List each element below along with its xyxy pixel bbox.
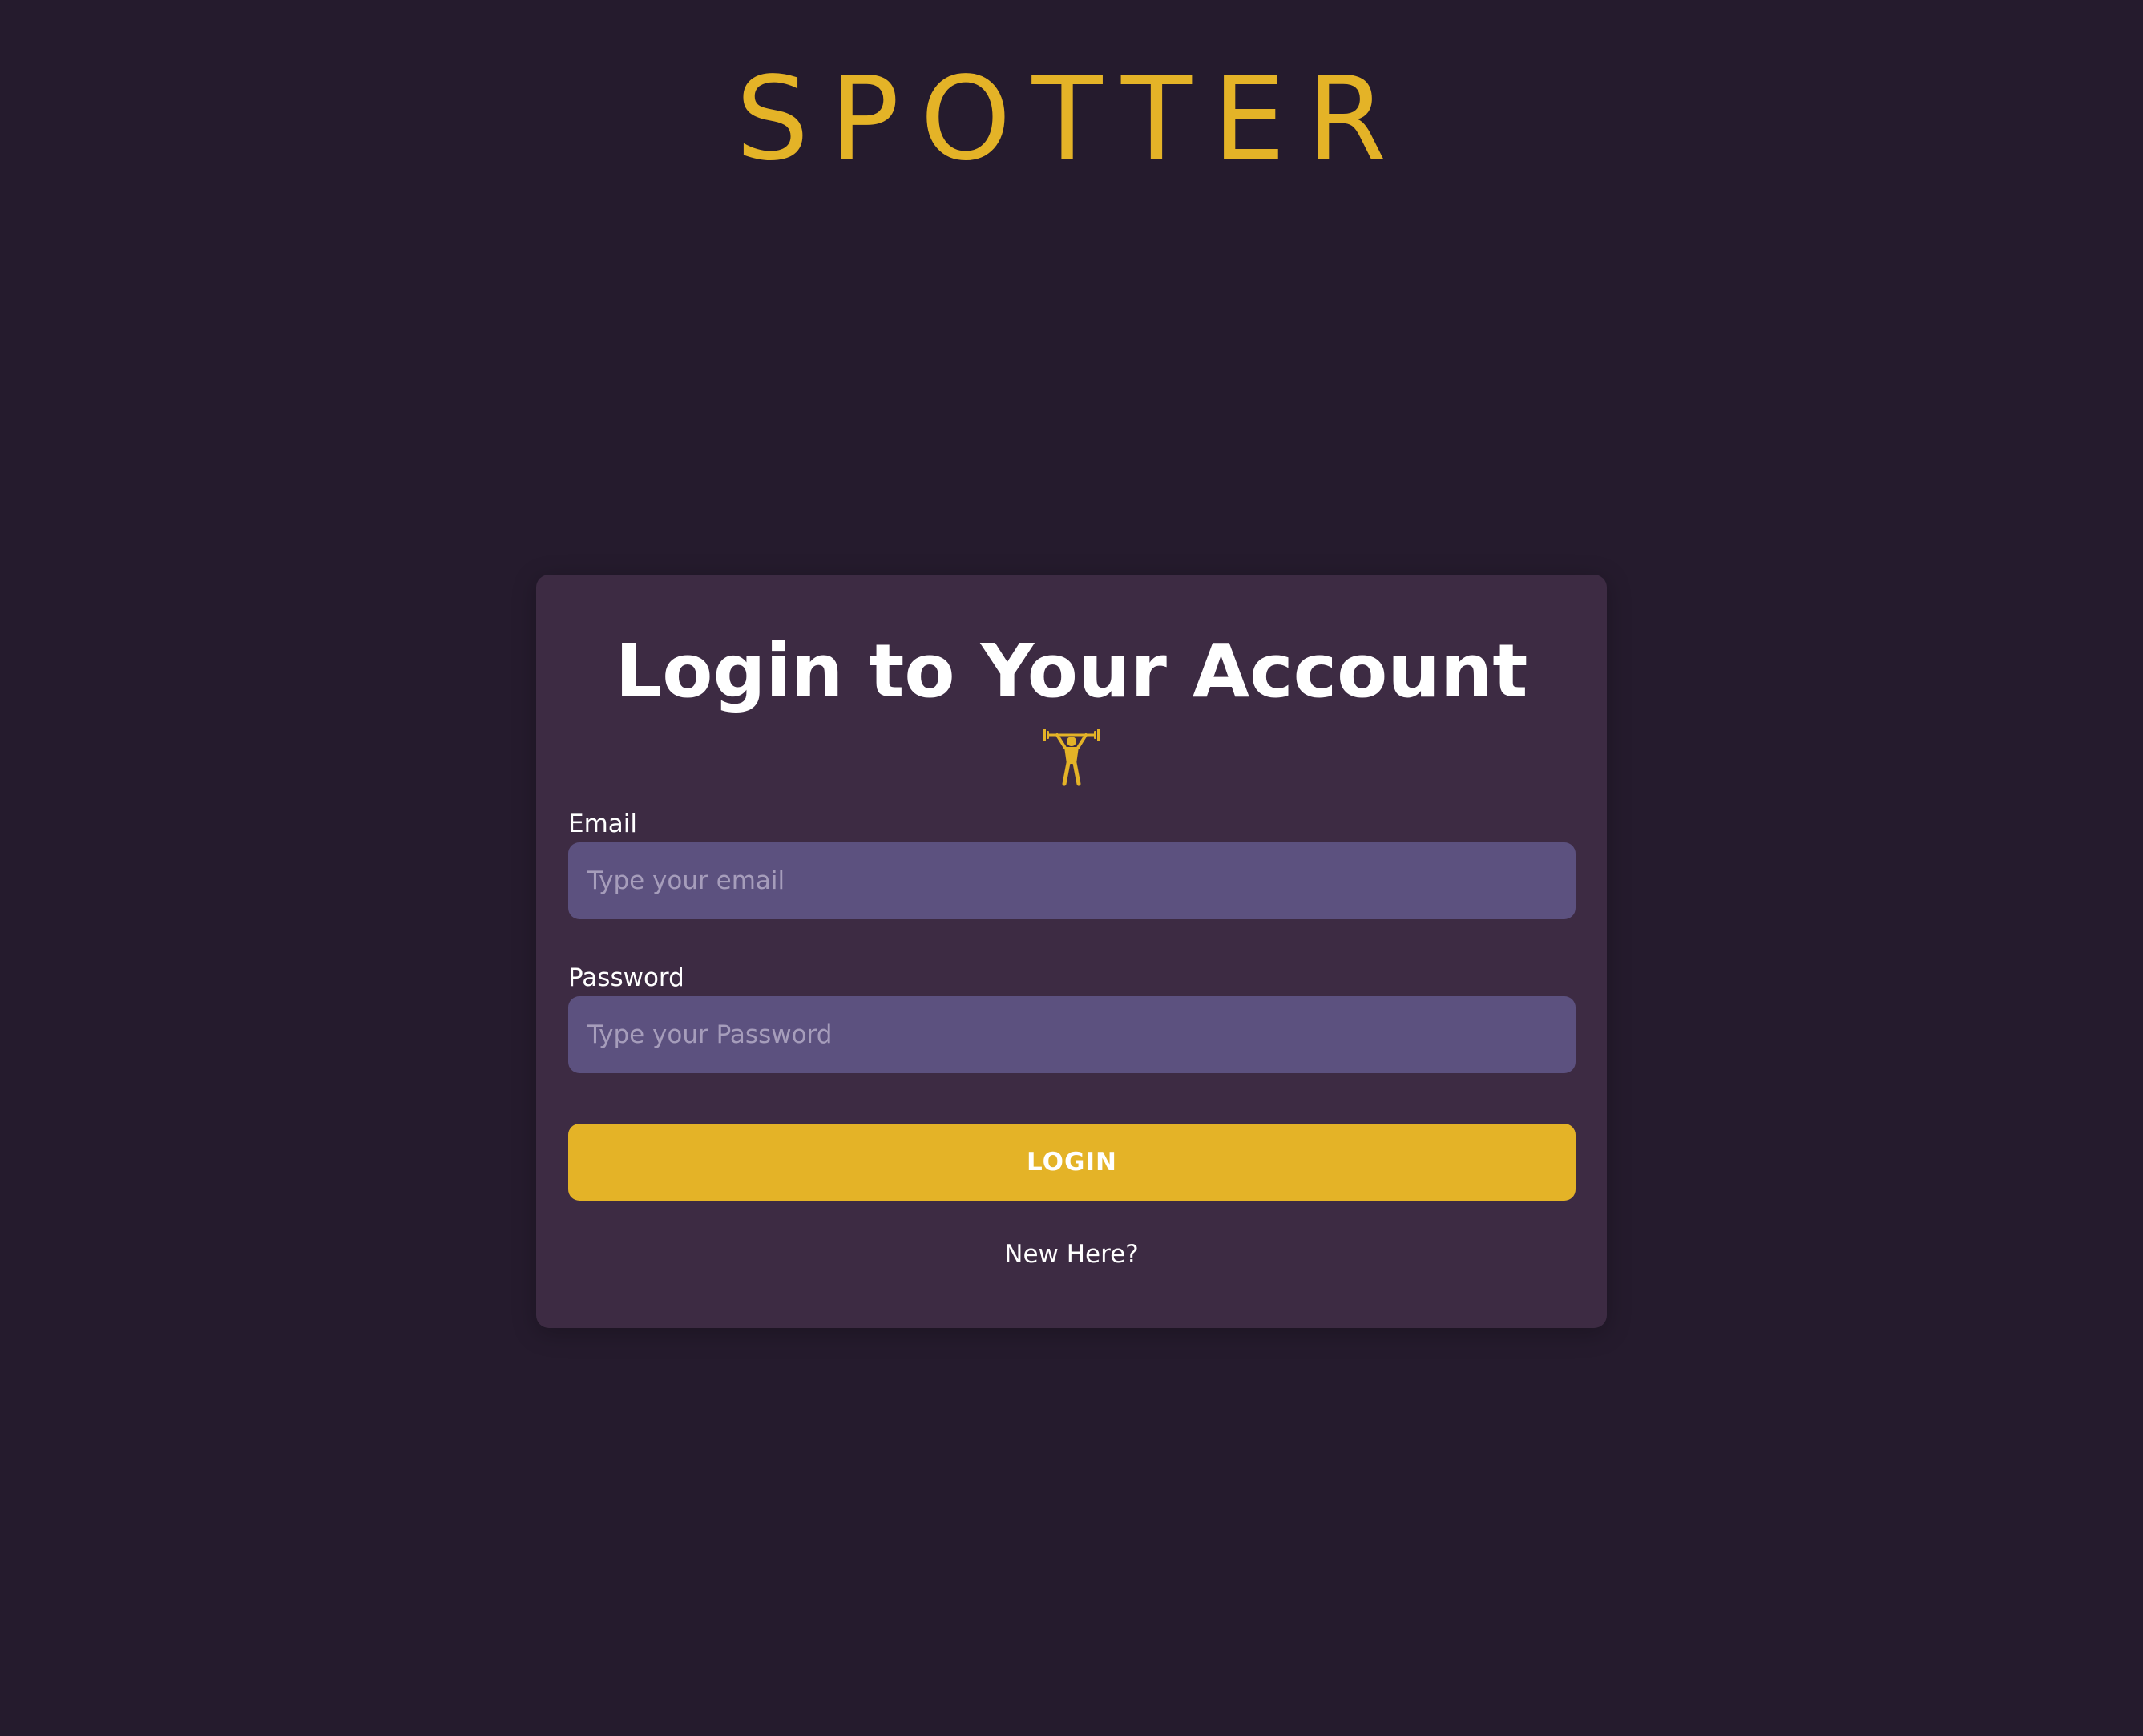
app-brand-title: SPOTTER	[735, 51, 1407, 186]
login-card: Login to Your Account Email Type your em…	[536, 575, 1607, 1328]
password-input[interactable]	[568, 996, 1576, 1073]
login-button[interactable]: LOGIN	[568, 1124, 1576, 1201]
weightlifter-icon	[1039, 724, 1104, 788]
password-label: Password	[568, 963, 684, 992]
signup-link[interactable]: New Here?	[536, 1238, 1607, 1270]
login-card-title: Login to Your Account	[615, 628, 1528, 714]
email-label: Email	[568, 809, 638, 838]
email-input[interactable]	[568, 842, 1576, 919]
